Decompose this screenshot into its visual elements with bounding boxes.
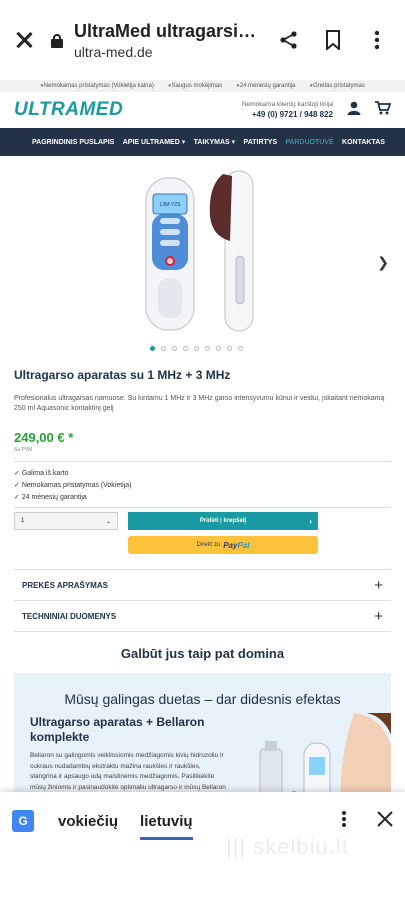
product-image: L3M-Y2S [145,170,254,332]
share-icon[interactable] [275,26,303,54]
address-bar[interactable]: UltraMed ultragarsinis ... ultra-med.de [72,21,259,60]
gallery-dots [150,346,243,351]
quantity-select[interactable]: 1 ⌄ [14,512,118,530]
browser-toolbar: UltraMed ultragarsinis ... ultra-med.de [0,0,405,80]
product-description: Profesionalus ultragarsas namuose. Su ki… [14,395,385,412]
hotline-label: Nemokama klientų karštoji linija [241,100,333,108]
hotline-phone[interactable]: +49 (0) 9721 / 948 822 [252,110,333,119]
gallery-dot[interactable] [183,346,188,351]
info-strip: Nemokamas pristatymas (Vokietija kaina) … [0,80,405,92]
info-item: Greitas pristatymas [310,83,365,89]
feature-item: 24 mėnesių garantija [14,492,391,504]
gallery-next-icon[interactable]: ❯ [377,254,389,271]
product-price: 249,00 € * [14,430,74,445]
page-title: UltraMed ultragarsinis ... [74,20,259,41]
paypal-logo: PayPal [223,541,249,550]
product-gallery[interactable]: L3M-Y2S ❯ [0,156,405,356]
site-logo[interactable]: ULTRAMED [14,99,123,121]
promo-headline: Mūsų galingas duetas – dar didesnis efek… [64,691,341,707]
chevron-right-icon: › [309,516,312,526]
plus-icon: + [374,607,383,625]
google-translate-icon: G [12,810,34,832]
watermark: ||| skelbiu.lt [226,834,349,859]
paypal-logo-b: Pal [237,540,250,550]
paypal-logo-a: Pay [223,540,238,550]
product-title: Ultragarso aparatas su 1 MHz + 3 MHz [14,368,231,382]
paypal-prefix: Direkt zu [196,542,221,548]
close-tab-icon[interactable] [14,30,34,50]
target-language-tab[interactable]: lietuvių [140,795,193,848]
paypal-button[interactable]: Direkt zu PayPal [128,536,318,554]
nav-item-home[interactable]: PAGRINDINIS PUSLAPIS [32,139,114,146]
account-icon[interactable] [347,101,361,120]
chevron-down-icon: ⌄ [105,518,111,525]
feature-item: Nemokamas pristatymas (Vokietija) [14,480,391,492]
gallery-dot[interactable] [194,346,199,351]
nav-item-contact[interactable]: KONTAKTAS [342,139,385,146]
source-language-tab[interactable]: vokiečių [58,795,118,848]
feature-list: Galima iš karto Nemokamas pristatymas (V… [14,468,391,504]
more-vert-icon[interactable] [341,810,347,833]
bookmark-icon[interactable] [319,26,347,54]
accordion-technical-data[interactable]: TECHNINIAI DUOMENYS + [14,600,391,631]
nav-item-about[interactable]: APIE ULTRAMED ▾ [123,138,186,146]
promo-title: Ultragarso aparatas + Bellaron komplekte [30,715,205,744]
gallery-dot[interactable] [205,346,210,351]
add-to-cart-button[interactable]: Pridėti į krepšelį › [128,512,318,530]
device-screen-label: L3M-Y2S [160,202,182,208]
gallery-dot[interactable] [161,346,166,351]
nav-item-experiences[interactable]: PATIRTYS [244,139,278,146]
gallery-dot[interactable] [238,346,243,351]
feature-item: Galima iš karto [14,468,391,480]
gallery-dot[interactable] [227,346,232,351]
divider [14,507,391,508]
add-to-cart-label: Pridėti į krepšelį [199,518,247,524]
info-item: 24 mėnesių garantija [236,83,296,89]
gallery-dot[interactable] [216,346,221,351]
related-heading: Galbūt jus taip pat domina [120,646,285,661]
accordion-label: PREKĖS APRAŠYMAS [22,580,108,590]
close-icon[interactable] [377,810,393,832]
cart-icon[interactable] [375,100,392,120]
accordion-description[interactable]: PREKĖS APRAŠYMAS + [14,569,391,600]
gallery-dot[interactable] [172,346,177,351]
site-header: ULTRAMED Nemokama klientų karštoji linij… [0,92,405,128]
nav-item-shop[interactable]: PARDUOTUVĖ [286,139,334,146]
hotline: Nemokama klientų karštoji linija +49 (0)… [242,100,333,121]
quantity-value: 1 [21,518,25,524]
lock-icon [50,34,64,48]
gallery-dot[interactable] [150,346,155,351]
info-item: Nemokamas pristatymas (Vokietija kaina) [40,83,154,89]
accordion-label: TECHNINIAI DUOMENYS [22,611,117,621]
divider [14,461,391,462]
plus-icon: + [374,576,383,594]
page-url: ultra-med.de [74,43,153,60]
nav-item-application[interactable]: TAIKYMAS ▾ [194,138,236,146]
main-nav: PAGRINDINIS PUSLAPIS APIE ULTRAMED ▾ TAI… [0,128,405,156]
more-vert-icon[interactable] [363,26,391,54]
info-item: Saugus mokėjimas [168,83,222,89]
vat-note: Su PVM [14,447,33,453]
